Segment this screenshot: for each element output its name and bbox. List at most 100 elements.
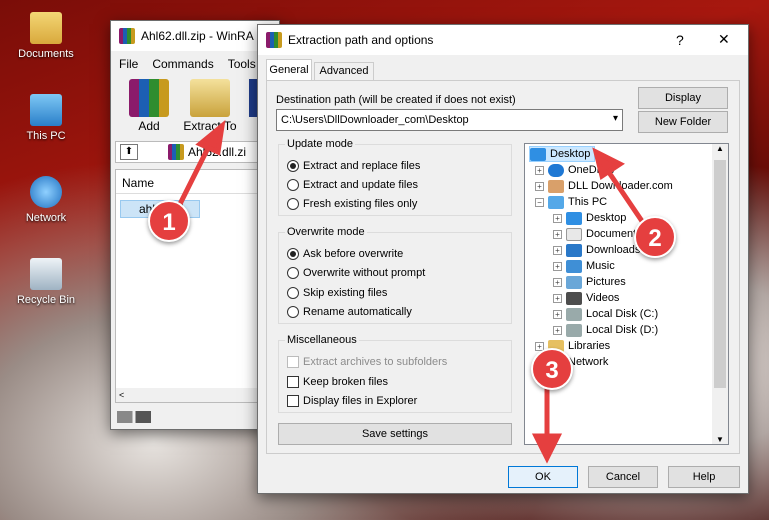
radio-overwrite-without[interactable]: Overwrite without prompt [287,264,425,282]
overwrite-mode-label: Overwrite mode [285,226,367,238]
up-folder-button[interactable]: ⬆ [120,144,138,160]
menu-tools[interactable]: Tools [228,57,256,71]
tree-scrollbar[interactable]: ▲ ▼ [712,144,728,444]
dialog-title: Extraction path and options [288,33,434,47]
recycle-bin-icon [30,258,62,290]
checkbox[interactable] [287,395,299,407]
network-icon [30,176,62,208]
radio-button[interactable] [287,287,299,299]
winrar-window: Ahl62.dll.zip - WinRA File Commands Tools … [110,20,280,430]
scroll-up-icon[interactable]: ▲ [712,144,728,158]
expand-icon[interactable]: + [553,277,562,287]
column-name-header[interactable]: Name [116,170,276,194]
desktop-icon-this-pc[interactable]: This PC [6,94,86,142]
folder-tree[interactable]: Desktop + OneDrive + DLL Downloader.com − T… [524,143,729,445]
tree-label: This PC [568,196,608,208]
radio-button[interactable] [287,198,299,210]
tree-item-documents[interactable]: + Documents [553,226,642,242]
menu-commands[interactable]: Commands [152,57,213,71]
tree-item-videos[interactable]: + Videos [553,290,619,306]
checkbox[interactable] [287,376,299,388]
tree-item-user[interactable]: + DLL Downloader.com [535,178,673,194]
expand-icon[interactable]: + [553,261,562,271]
winrar-menu-bar: File Commands Tools [119,57,270,71]
radio-ask-before[interactable]: Ask before overwrite [287,245,403,263]
radio-skip-existing[interactable]: Skip existing files [287,284,387,302]
new-folder-button[interactable]: New Folder [638,111,728,133]
checkbox-keep-broken[interactable]: Keep broken files [287,373,388,391]
download-icon [566,243,582,257]
tree-item-desktop[interactable]: Desktop [529,146,596,162]
desktop-icon-documents[interactable]: Documents [6,12,86,60]
winrar-title: Ahl62.dll.zip - WinRA [141,29,254,43]
destination-path-input[interactable]: C:\Users\DllDownloader_com\Desktop ▾ [276,109,623,131]
tab-advanced[interactable]: Advanced [314,62,374,81]
display-button[interactable]: Display [638,87,728,109]
desktop-icon-recycle-bin[interactable]: Recycle Bin [6,258,86,306]
expand-icon[interactable]: + [553,309,562,319]
tree-label: DLL Downloader.com [568,180,673,192]
tab-general[interactable]: General [266,59,312,81]
expand-icon[interactable]: + [535,165,544,175]
help-title-button[interactable]: ? [676,32,684,48]
expand-icon[interactable]: + [553,325,562,335]
expand-icon[interactable]: + [535,181,544,191]
radio-fresh-existing[interactable]: Fresh existing files only [287,195,417,213]
expand-icon[interactable]: + [553,213,562,223]
checkbox-display-explorer[interactable]: Display files in Explorer [287,392,417,410]
expand-icon[interactable]: + [553,229,562,239]
desktop-icon-label: Network [25,212,67,224]
add-archive-icon [129,79,169,117]
tree-item-pictures[interactable]: + Pictures [553,274,626,290]
winrar-title-bar: Ahl62.dll.zip - WinRA [111,21,279,51]
tree-item-disk-c[interactable]: + Local Disk (C:) [553,306,658,322]
scroll-thumb[interactable] [714,160,726,388]
step-marker-3: 3 [531,348,573,390]
cancel-button[interactable]: Cancel [588,466,658,488]
dialog-icon [266,32,282,48]
chevron-down-icon[interactable]: ▾ [613,113,618,124]
tree-item-downloads[interactable]: + Downloads [553,242,640,258]
checkbox [287,356,299,368]
misc-label: Miscellaneous [285,334,359,346]
tree-label: Libraries [568,340,611,352]
radio-rename-auto[interactable]: Rename automatically [287,303,412,321]
option-label: Extract and replace files [303,160,421,172]
expand-icon[interactable]: + [553,245,562,255]
desktop-icon [566,211,582,225]
scroll-down-icon[interactable]: ▼ [712,435,728,444]
collapse-icon[interactable]: − [535,197,544,207]
close-icon[interactable]: ✕ [718,31,730,48]
radio-selected[interactable] [287,160,299,172]
expand-icon[interactable]: + [553,293,562,303]
tree-item-disk-d[interactable]: + Local Disk (D:) [553,322,658,338]
step-marker-2: 2 [634,216,676,258]
tree-item-pc-desktop[interactable]: + Desktop [553,210,626,226]
videos-icon [566,291,582,305]
extract-to-button[interactable]: Extract To [179,79,241,133]
radio-button[interactable] [287,267,299,279]
radio-button[interactable] [287,179,299,191]
help-button[interactable]: Help [668,466,740,488]
ok-button[interactable]: OK [508,466,578,488]
radio-extract-update[interactable]: Extract and update files [287,176,418,194]
option-label: Skip existing files [303,287,388,299]
update-mode-group: Update mode Extract and replace files Ex… [278,138,512,216]
address-text: Ahl62.dll.zi [188,145,247,159]
destination-label: Destination path (will be created if doe… [276,94,516,106]
tree-label: Local Disk (C:) [586,308,659,320]
radio-selected[interactable] [287,248,299,260]
horizontal-scrollbar[interactable]: < [116,388,276,402]
tree-item-this-pc[interactable]: − This PC [535,194,607,210]
tree-item-onedrive[interactable]: + OneDrive [535,162,614,178]
radio-extract-replace[interactable]: Extract and replace files [287,157,420,175]
tree-label: Videos [586,292,620,304]
tree-item-music[interactable]: + Music [553,258,615,274]
desktop-icon-network[interactable]: Network [6,176,86,224]
desktop-icon-label: Recycle Bin [16,294,76,306]
add-button[interactable]: Add [123,79,175,133]
save-settings-button[interactable]: Save settings [278,423,512,445]
menu-file[interactable]: File [119,57,138,71]
tree-label: Music [586,260,615,272]
radio-button[interactable] [287,306,299,318]
